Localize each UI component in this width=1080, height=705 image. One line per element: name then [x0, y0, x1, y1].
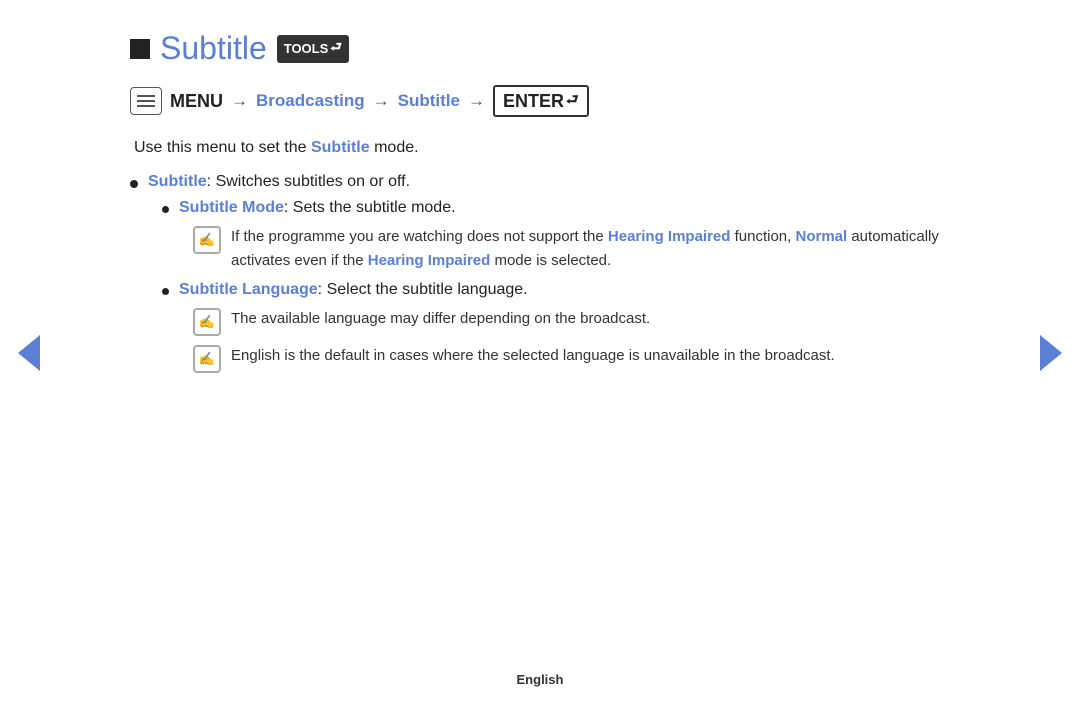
note-block-2: ✍ The available language may differ depe… [193, 307, 835, 336]
breadcrumb-arrow-3: → [468, 91, 485, 111]
subtitle-language-content: Subtitle Language: Select the subtitle l… [179, 281, 835, 373]
hearing-impaired-1: Hearing Impaired [608, 228, 731, 245]
term-subtitle: Subtitle [148, 173, 207, 190]
main-list: Subtitle: Switches subtitles on or off. … [130, 173, 950, 381]
desc-subtitle-language: Select the subtitle language. [322, 281, 527, 298]
breadcrumb-arrow-1: → [231, 91, 248, 111]
enter-label: ENTER [503, 91, 564, 112]
tools-badge: TOOLS⮐ [277, 35, 349, 63]
note-icon-1: ✍ [193, 226, 221, 254]
nav-next-button[interactable] [1040, 335, 1062, 371]
page-title: Subtitle [160, 30, 267, 67]
list-item-content: Subtitle: Switches subtitles on or off. … [148, 173, 950, 381]
note-text-3: English is the default in cases where th… [231, 344, 835, 368]
subtitle-mode-content: Subtitle Mode: Sets the subtitle mode. ✍… [179, 199, 950, 273]
menu-icon [130, 87, 162, 115]
note-text-2: The available language may differ depend… [231, 307, 835, 331]
list-item-subtitle: Subtitle: Switches subtitles on or off. … [130, 173, 950, 381]
hearing-impaired-2: Hearing Impaired [368, 252, 491, 269]
breadcrumb-menu: MENU [170, 91, 223, 112]
note-icon-2: ✍ [193, 308, 221, 336]
breadcrumb-broadcasting: Broadcasting [256, 91, 365, 111]
tools-label: TOOLS [284, 41, 329, 56]
title-row: Subtitle TOOLS⮐ [130, 30, 950, 67]
normal-link: Normal [795, 228, 847, 245]
nav-prev-button[interactable] [18, 335, 40, 371]
enter-button: ENTER⮐ [493, 85, 589, 117]
footer-language: English [517, 672, 564, 687]
enter-icon: ⮐ [566, 89, 579, 113]
list-item-subtitle-language: Subtitle Language: Select the subtitle l… [162, 281, 950, 373]
intro-subtitle-link: Subtitle [311, 139, 370, 156]
note-text-1: If the programme you are watching does n… [231, 225, 950, 273]
note-block-3: ✍ English is the default in cases where … [193, 344, 835, 373]
note-block-1: ✍ If the programme you are watching does… [193, 225, 950, 273]
bullet-icon-sm-2 [162, 288, 169, 295]
footer: English [0, 672, 1080, 687]
tools-icon: ⮐ [330, 38, 342, 60]
bullet-icon [130, 180, 138, 188]
note-icon-3: ✍ [193, 345, 221, 373]
intro-text: Use this menu to set the Subtitle mode. [134, 139, 950, 157]
black-square-icon [130, 39, 150, 59]
sub-list: Subtitle Mode: Sets the subtitle mode. ✍… [162, 199, 950, 373]
term-subtitle-language: Subtitle Language [179, 281, 318, 298]
desc-subtitle: Switches subtitles on or off. [211, 173, 410, 190]
breadcrumb-arrow-2: → [373, 91, 390, 111]
bullet-icon-sm [162, 206, 169, 213]
desc-subtitle-mode: Sets the subtitle mode. [288, 199, 455, 216]
breadcrumb: MENU → Broadcasting → Subtitle → ENTER⮐ [130, 85, 950, 117]
list-item-subtitle-mode: Subtitle Mode: Sets the subtitle mode. ✍… [162, 199, 950, 273]
breadcrumb-subtitle: Subtitle [398, 91, 460, 111]
term-subtitle-mode: Subtitle Mode [179, 199, 284, 216]
